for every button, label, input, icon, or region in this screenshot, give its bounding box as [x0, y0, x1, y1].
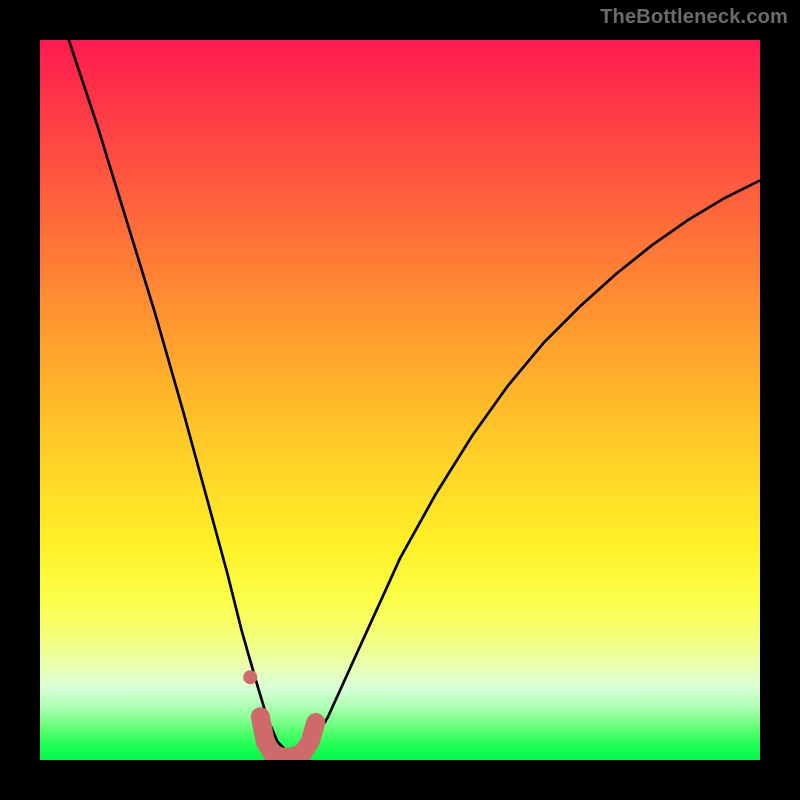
chart-frame: TheBottleneck.com [0, 0, 800, 800]
plot-area [40, 40, 760, 760]
watermark-text: TheBottleneck.com [600, 6, 788, 29]
curve-layer [40, 40, 760, 760]
bottleneck-curve [69, 40, 760, 753]
trough-marker [260, 717, 315, 757]
trough-marker-dot [243, 670, 257, 684]
